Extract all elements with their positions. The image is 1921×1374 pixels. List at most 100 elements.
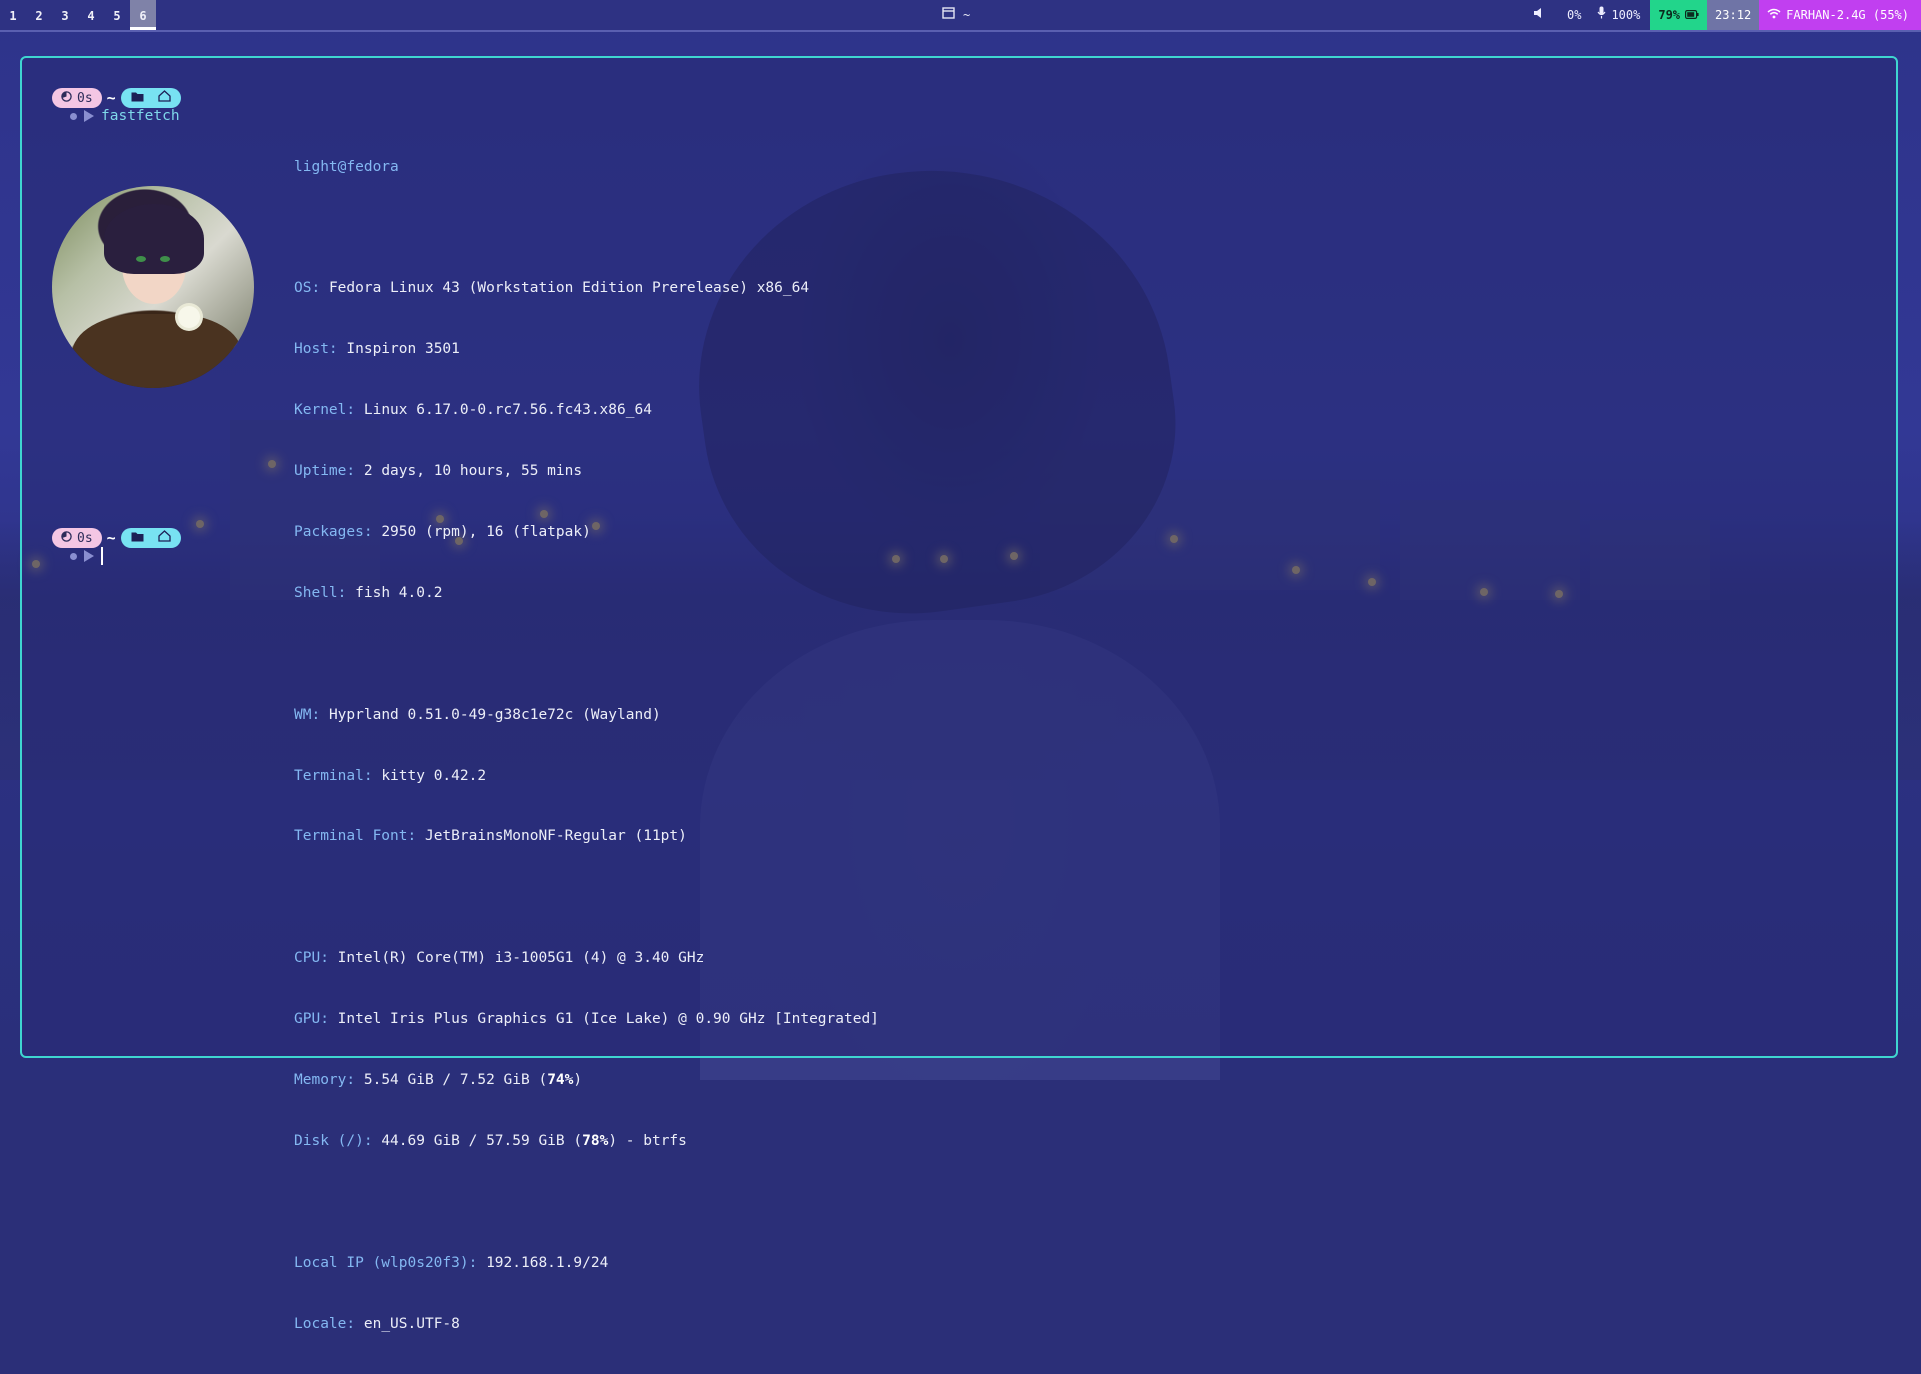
clock[interactable]: 23:12 <box>1707 0 1759 30</box>
fastfetch-output: light@fedora OS: Fedora Linux 43 (Workst… <box>294 116 879 1374</box>
info-line-gpu: GPU: Intel Iris Plus Graphics G1 (Ice La… <box>294 1009 879 1029</box>
workspace-3[interactable]: 3 <box>52 0 78 30</box>
command-line-input[interactable] <box>70 546 103 566</box>
window-icon <box>942 0 955 31</box>
info-value: 2 days, 10 hours, 55 mins <box>364 463 582 479</box>
info-line-packages: Packages: 2950 (rpm), 16 (flatpak) <box>294 522 879 542</box>
microphone-icon <box>1597 0 1606 31</box>
blank-line <box>294 644 879 664</box>
mic-percent: 100% <box>1611 0 1640 31</box>
workspace-4[interactable]: 4 <box>78 0 104 30</box>
blank-line <box>294 217 879 237</box>
info-key: GPU <box>294 1011 320 1027</box>
battery-icon <box>1685 0 1699 31</box>
info-line-wm: WM: Hyprland 0.51.0-49-g38c1e72c (Waylan… <box>294 705 879 725</box>
info-value: Hyprland 0.51.0-49-g38c1e72c (Wayland) <box>329 707 661 723</box>
volume-level[interactable]: 0% <box>1559 0 1589 30</box>
mic-indicator[interactable]: 100% <box>1589 0 1650 30</box>
command-line: fastfetch <box>70 106 180 126</box>
avatar-flower <box>178 306 200 328</box>
info-line-memory: Memory: 5.54 GiB / 7.52 GiB (74%) <box>294 1070 879 1090</box>
info-sep: : <box>408 828 417 844</box>
prompt-dot-icon <box>70 113 77 120</box>
info-key: Shell <box>294 585 338 601</box>
info-key: CPU <box>294 950 320 966</box>
clock-time: 23:12 <box>1715 0 1751 31</box>
top-bar: 1 2 3 4 5 6 ~ 0% 100% 79% <box>0 0 1921 32</box>
info-value: Linux 6.17.0-0.rc7.56.fc43.x86_64 <box>364 402 652 418</box>
info-key: Terminal <box>294 768 364 784</box>
info-line-local-ip: Local IP (wlp0s20f3): 192.168.1.9/24 <box>294 1253 879 1273</box>
info-value: Fedora Linux 43 (Workstation Edition Pre… <box>329 280 809 296</box>
info-value: 192.168.1.9/24 <box>486 1255 608 1271</box>
workspace-5[interactable]: 5 <box>104 0 130 30</box>
blank-line <box>294 887 879 907</box>
info-key: Locale <box>294 1316 346 1332</box>
status-area: 0% 100% 79% 23:12 FARHAN-2.4G (55%) <box>1525 0 1921 30</box>
info-line-uptime: Uptime: 2 days, 10 hours, 55 mins <box>294 461 879 481</box>
avatar-jacket <box>72 314 242 388</box>
info-sep: : <box>469 1255 478 1271</box>
prompt-path: ~ <box>107 529 116 547</box>
info-value: en_US.UTF-8 <box>364 1316 460 1332</box>
command-text: fastfetch <box>101 108 180 124</box>
workspace-6-active[interactable]: 6 <box>130 0 156 30</box>
info-line-kernel: Kernel: Linux 6.17.0-0.rc7.56.fc43.x86_6… <box>294 400 879 420</box>
prompt-directory-pill <box>121 88 181 108</box>
shell-prompt: 0s ~ <box>52 528 181 548</box>
workspace-2[interactable]: 2 <box>26 0 52 30</box>
info-line-disk: Disk (/): 44.69 GiB / 57.59 GiB (78%) - … <box>294 1131 879 1151</box>
avatar-eye <box>160 256 170 262</box>
info-value: 44.69 GiB / 57.59 GiB ( <box>381 1133 582 1149</box>
info-value: Inspiron 3501 <box>346 341 460 357</box>
info-value: 2950 (rpm), 16 (flatpak) <box>381 524 591 540</box>
timer-icon <box>61 91 72 106</box>
info-sep: : <box>364 524 373 540</box>
battery-percent: 79% <box>1658 0 1680 31</box>
info-line-host: Host: Inspiron 3501 <box>294 339 879 359</box>
info-key: Packages <box>294 524 364 540</box>
window-title-text: ~ <box>963 0 970 31</box>
user-host-line: light@fedora <box>294 157 879 177</box>
prompt-path: ~ <box>107 89 116 107</box>
prompt-dot-icon <box>70 553 77 560</box>
info-value: ) - btrfs <box>608 1133 687 1149</box>
wifi-icon <box>1767 0 1781 31</box>
active-window-title: ~ <box>942 0 970 30</box>
info-sep: : <box>346 1316 355 1332</box>
shell-prompt: 0s ~ <box>52 88 181 108</box>
volume-indicator[interactable] <box>1525 0 1559 30</box>
info-value: fish 4.0.2 <box>355 585 442 601</box>
info-sep: : <box>311 280 320 296</box>
wifi-network-label: FARHAN-2.4G (55%) <box>1786 0 1909 31</box>
folder-icon <box>131 531 144 546</box>
info-sep: : <box>311 707 320 723</box>
prompt-duration-pill: 0s <box>52 528 102 548</box>
info-line-terminal: Terminal: kitty 0.42.2 <box>294 766 879 786</box>
info-sep: : <box>346 463 355 479</box>
text-cursor <box>101 547 103 565</box>
home-icon <box>158 530 171 546</box>
info-key: Terminal Font <box>294 828 408 844</box>
user-host: light@fedora <box>294 159 399 175</box>
info-key: Local IP (wlp0s20f3) <box>294 1255 469 1271</box>
info-value: kitty 0.42.2 <box>381 768 486 784</box>
info-sep: : <box>320 1011 329 1027</box>
folder-icon <box>131 91 144 106</box>
info-key: Disk (/) <box>294 1133 364 1149</box>
battery-indicator[interactable]: 79% <box>1650 0 1707 30</box>
info-value: Intel(R) Core(TM) i3-1005G1 (4) @ 3.40 G… <box>338 950 705 966</box>
timer-icon <box>61 531 72 546</box>
info-sep: : <box>329 341 338 357</box>
disk-percent: 78% <box>582 1133 608 1149</box>
info-sep: : <box>338 585 347 601</box>
prompt-directory-pill <box>121 528 181 548</box>
blank-line <box>294 1192 879 1212</box>
wifi-indicator[interactable]: FARHAN-2.4G (55%) <box>1759 0 1921 30</box>
info-sep: : <box>320 950 329 966</box>
prompt-arrow-icon <box>84 110 94 122</box>
info-line-locale: Locale: en_US.UTF-8 <box>294 1314 879 1334</box>
terminal-window[interactable]: 0s ~ fastfetch light@fedora OS: Fedora L… <box>20 56 1898 1058</box>
workspace-1[interactable]: 1 <box>0 0 26 30</box>
info-line-os: OS: Fedora Linux 43 (Workstation Edition… <box>294 278 879 298</box>
